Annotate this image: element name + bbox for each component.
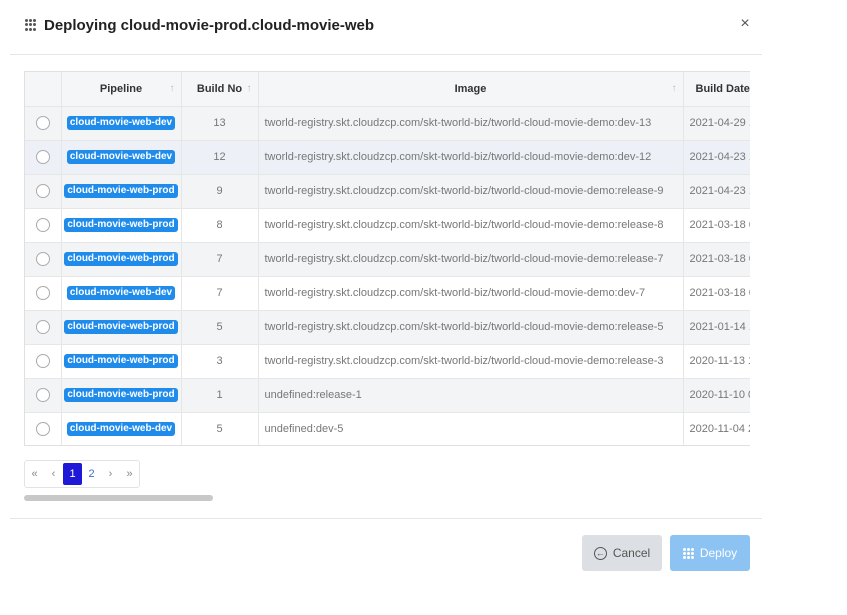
table-header-row: Pipeline ↑ Build No ↑ Image ↑ Build Date [25, 72, 750, 107]
row-select-radio[interactable] [35, 286, 50, 300]
build-no-cell: 1 [181, 378, 259, 413]
build-date-cell: 2021-03-18 0 [683, 276, 750, 311]
column-header-build-no[interactable]: Build No ↑ [181, 72, 259, 107]
build-date-cell: 2020-11-10 0 [683, 378, 750, 413]
column-header-label: Build No [196, 82, 243, 95]
build-no-cell: 9 [181, 174, 259, 209]
table-row[interactable]: cloud-movie-web-prod 3 tworld-registry.s… [25, 344, 750, 379]
image-cell: undefined:release-1 [258, 378, 684, 413]
build-no-cell: 5 [181, 412, 259, 445]
build-date-cell: 2021-03-18 0 [683, 242, 750, 277]
build-no-cell: 12 [181, 140, 259, 175]
deploy-dialog: Deploying cloud-movie-prod.cloud-movie-w… [0, 0, 847, 615]
footer-divider [10, 518, 762, 519]
row-select-radio[interactable] [35, 320, 50, 334]
pipeline-badge: cloud-movie-web-prod [64, 320, 178, 334]
pipeline-badge: cloud-movie-web-dev [66, 286, 176, 300]
row-select-radio[interactable] [35, 388, 50, 402]
build-date-cell: 2021-04-23 1 [683, 174, 750, 209]
image-cell: tworld-registry.skt.cloudzcp.com/skt-two… [258, 140, 684, 175]
pagination: « ‹ 1 2 › » [24, 460, 140, 488]
build-date-cell: 2021-04-23 1 [683, 140, 750, 175]
row-select-radio[interactable] [35, 116, 50, 130]
table-row[interactable]: cloud-movie-web-prod 9 tworld-registry.s… [25, 174, 750, 209]
dialog-title: Deploying cloud-movie-prod.cloud-movie-w… [44, 17, 375, 34]
table-row[interactable]: cloud-movie-web-prod 8 tworld-registry.s… [25, 208, 750, 243]
deploy-dots-icon [25, 19, 37, 31]
first-page-button[interactable]: « [25, 461, 44, 487]
cancel-button[interactable]: ← Cancel [582, 535, 662, 571]
builds-table: Pipeline ↑ Build No ↑ Image ↑ Build Date [25, 72, 750, 445]
pipeline-badge: cloud-movie-web-prod [64, 218, 178, 232]
last-page-button[interactable]: » [120, 461, 139, 487]
image-cell: tworld-registry.skt.cloudzcp.com/skt-two… [258, 106, 684, 141]
pipeline-badge: cloud-movie-web-dev [66, 116, 176, 130]
table-row[interactable]: cloud-movie-web-dev 7 tworld-registry.sk… [25, 276, 750, 311]
table-row[interactable]: cloud-movie-web-dev 12 tworld-registry.s… [25, 140, 750, 175]
table-row[interactable]: cloud-movie-web-prod 1 undefined:release… [25, 378, 750, 413]
dialog-header: Deploying cloud-movie-prod.cloud-movie-w… [10, 0, 762, 55]
row-select-radio[interactable] [35, 422, 50, 436]
build-no-cell: 13 [181, 106, 259, 141]
image-cell: undefined:dev-5 [258, 412, 684, 445]
column-header-image[interactable]: Image ↑ [258, 72, 684, 107]
build-no-cell: 5 [181, 310, 259, 345]
row-select-radio[interactable] [35, 150, 50, 164]
sort-arrow-icon[interactable]: ↑ [247, 83, 252, 94]
column-header-label: Build Date [695, 82, 750, 95]
table-row[interactable]: cloud-movie-web-prod 7 tworld-registry.s… [25, 242, 750, 277]
row-select-radio[interactable] [35, 184, 50, 198]
image-cell: tworld-registry.skt.cloudzcp.com/skt-two… [258, 276, 684, 311]
row-select-radio[interactable] [35, 354, 50, 368]
back-arrow-icon: ← [593, 546, 607, 560]
build-date-cell: 2020-11-13 1 [683, 344, 750, 379]
select-column-header [25, 72, 62, 107]
build-no-cell: 8 [181, 208, 259, 243]
build-no-cell: 3 [181, 344, 259, 379]
image-cell: tworld-registry.skt.cloudzcp.com/skt-two… [258, 344, 684, 379]
pipeline-badge: cloud-movie-web-prod [64, 252, 178, 266]
column-header-build-date[interactable]: Build Date [683, 72, 750, 107]
image-cell: tworld-registry.skt.cloudzcp.com/skt-two… [258, 174, 684, 209]
pipeline-badge: cloud-movie-web-prod [64, 388, 178, 402]
pipeline-badge: cloud-movie-web-prod [64, 184, 178, 198]
column-header-label: Image [454, 82, 487, 95]
prev-page-button[interactable]: ‹ [44, 461, 63, 487]
image-cell: tworld-registry.skt.cloudzcp.com/skt-two… [258, 310, 684, 345]
sort-arrow-icon[interactable]: ↑ [170, 83, 175, 94]
pipeline-badge: cloud-movie-web-prod [64, 354, 178, 368]
page-2-button[interactable]: 2 [82, 461, 101, 487]
pipeline-badge: cloud-movie-web-dev [66, 150, 176, 164]
column-header-label: Pipeline [99, 82, 143, 95]
page-1-button[interactable]: 1 [63, 463, 82, 485]
close-icon[interactable]: × [737, 16, 753, 32]
image-cell: tworld-registry.skt.cloudzcp.com/skt-two… [258, 208, 684, 243]
build-date-cell: 2021-01-14 1 [683, 310, 750, 345]
horizontal-scrollbar[interactable] [24, 495, 213, 501]
deploy-dots-icon [682, 547, 694, 559]
table-row[interactable]: cloud-movie-web-dev 13 tworld-registry.s… [25, 106, 750, 141]
image-cell: tworld-registry.skt.cloudzcp.com/skt-two… [258, 242, 684, 277]
build-no-cell: 7 [181, 276, 259, 311]
table-row[interactable]: cloud-movie-web-prod 5 tworld-registry.s… [25, 310, 750, 345]
deploy-button-label: Deploy [699, 546, 738, 560]
builds-table-container[interactable]: Pipeline ↑ Build No ↑ Image ↑ Build Date [24, 71, 750, 446]
table-row[interactable]: cloud-movie-web-dev 5 undefined:dev-5 20… [25, 412, 750, 445]
row-select-radio[interactable] [35, 252, 50, 266]
cancel-button-label: Cancel [612, 546, 651, 560]
build-date-cell: 2021-03-18 0 [683, 208, 750, 243]
build-date-cell: 2020-11-04 2 [683, 412, 750, 445]
column-header-pipeline[interactable]: Pipeline ↑ [61, 72, 182, 107]
pipeline-badge: cloud-movie-web-dev [66, 422, 176, 436]
sort-arrow-icon[interactable]: ↑ [672, 83, 677, 94]
deploy-button[interactable]: Deploy [670, 535, 750, 571]
build-no-cell: 7 [181, 242, 259, 277]
row-select-radio[interactable] [35, 218, 50, 232]
next-page-button[interactable]: › [101, 461, 120, 487]
build-date-cell: 2021-04-29 1 [683, 106, 750, 141]
